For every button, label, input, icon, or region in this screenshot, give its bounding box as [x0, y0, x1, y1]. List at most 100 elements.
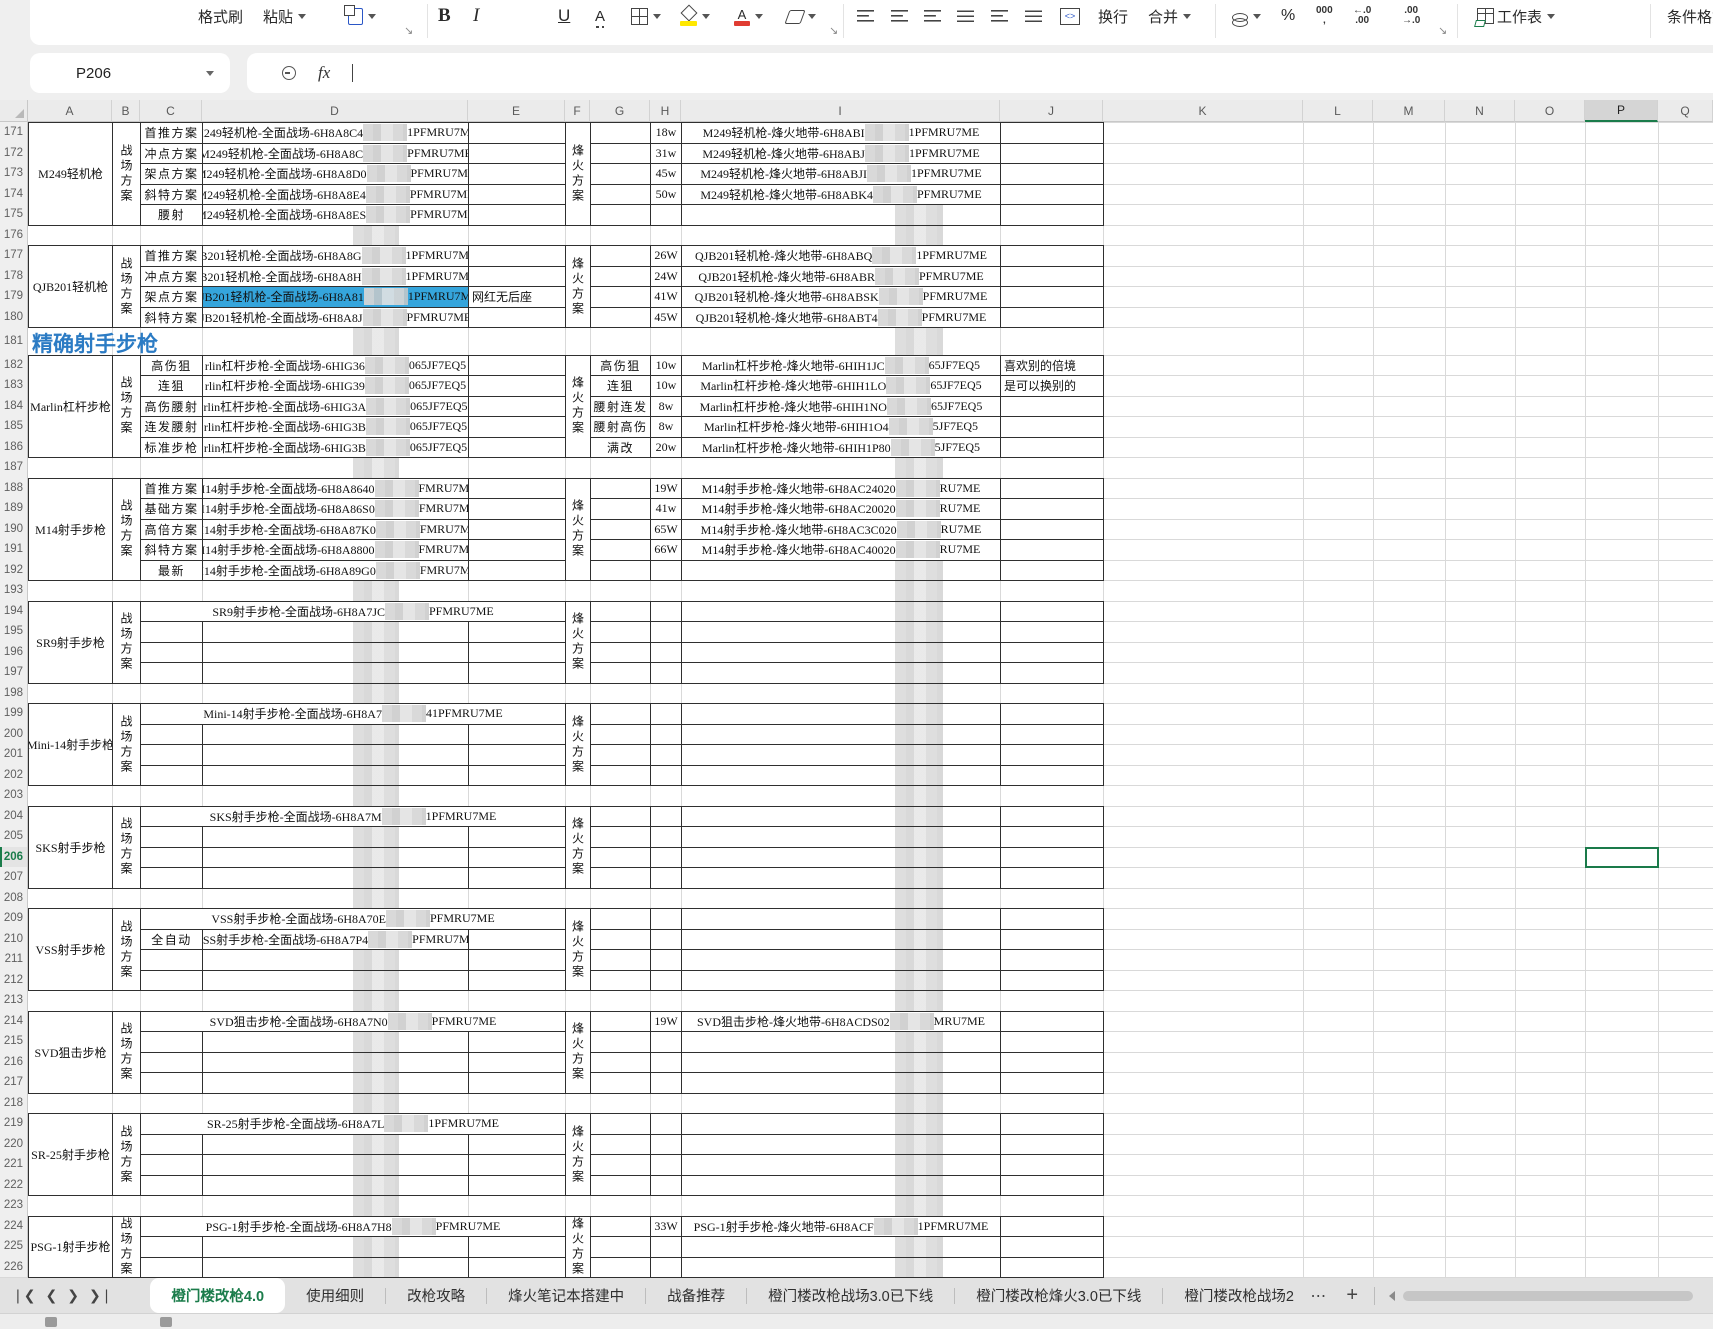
fire-code-cell[interactable]: Marlin杠杆步枪-烽火地带-6HIH1JC 65JF7EQ5: [681, 354, 1001, 376]
sheet-grid[interactable]: A B C D E F G H I J K L M N O P Q 171 172 173 174 175 176 177 17…: [0, 100, 1713, 1278]
column-header-J[interactable]: J: [1000, 100, 1103, 122]
decrease-decimal-button[interactable]: .00 →.0: [1402, 0, 1420, 32]
price-cell[interactable]: [650, 744, 682, 766]
scheme-code-cell[interactable]: [202, 826, 469, 848]
row-header-201[interactable]: 201: [0, 744, 28, 766]
scheme-type-cell[interactable]: 架点方案: [140, 286, 203, 308]
fire-type-cell[interactable]: [590, 928, 651, 950]
scheme-type-cell[interactable]: 高伤腰射: [140, 395, 203, 417]
price-cell[interactable]: [650, 1133, 682, 1155]
price-cell[interactable]: [650, 826, 682, 848]
column-header-I[interactable]: I: [681, 100, 1000, 122]
remark-cell[interactable]: [1000, 928, 1104, 950]
row-header-194[interactable]: 194: [0, 600, 28, 622]
chevron-down-icon[interactable]: [206, 70, 214, 76]
remark-cell[interactable]: [1000, 846, 1104, 868]
battle-plan-label[interactable]: 战场方案: [112, 354, 141, 458]
scheme-code-cell[interactable]: [202, 1072, 469, 1094]
price-cell[interactable]: [650, 662, 682, 684]
scheme-type-cell[interactable]: 斜特方案: [140, 306, 203, 328]
row-header-174[interactable]: 174: [0, 183, 28, 205]
row-header-220[interactable]: 220: [0, 1133, 28, 1155]
fire-type-cell[interactable]: [590, 498, 651, 520]
scheme-code-cell[interactable]: [202, 621, 469, 643]
scheme-code-cell[interactable]: [202, 641, 469, 663]
fire-code-cell[interactable]: [681, 1236, 1001, 1258]
column-header-B[interactable]: B: [112, 100, 140, 122]
fire-plan-label[interactable]: 烽火方案: [565, 805, 591, 889]
remark-cell[interactable]: [1000, 122, 1104, 144]
text-direction-button[interactable]: <>: [1060, 0, 1080, 32]
price-cell[interactable]: 65W: [650, 518, 682, 540]
formula-bar[interactable]: fx: [247, 53, 1713, 93]
fire-code-cell[interactable]: QJB201轻机枪-烽火地带-6H8ABSK PFMRU7ME: [681, 286, 1001, 308]
note-cell[interactable]: [468, 375, 566, 397]
scheme-type-cell[interactable]: 首推方案: [140, 245, 203, 267]
row-header-202[interactable]: 202: [0, 764, 28, 786]
row-header-197[interactable]: 197: [0, 662, 28, 684]
price-cell[interactable]: [650, 1051, 682, 1073]
row-header-182[interactable]: 182: [0, 354, 28, 376]
fire-code-cell[interactable]: [681, 928, 1001, 950]
note-cell[interactable]: [468, 826, 566, 848]
scheme-type-cell[interactable]: 腰射: [140, 204, 203, 226]
column-header-G[interactable]: G: [590, 100, 650, 122]
scheme-type-cell[interactable]: [140, 1072, 203, 1094]
note-cell[interactable]: [468, 245, 566, 267]
scheme-type-cell[interactable]: 冲点方案: [140, 265, 203, 287]
remark-cell[interactable]: [1000, 395, 1104, 417]
fire-type-cell[interactable]: [590, 764, 651, 786]
note-cell[interactable]: [468, 662, 566, 684]
scheme-code-cell[interactable]: [202, 1154, 469, 1176]
horizontal-scrollbar-thumb[interactable]: [1403, 1290, 1694, 1301]
next-sheet-button[interactable]: ❯: [67, 1287, 79, 1304]
fire-code-cell[interactable]: [681, 805, 1001, 827]
sheet-tab[interactable]: 战备推荐: [646, 1278, 746, 1313]
price-cell[interactable]: [650, 723, 682, 745]
fire-code-cell[interactable]: [681, 846, 1001, 868]
price-cell[interactable]: [650, 600, 682, 622]
remark-cell[interactable]: [1000, 286, 1104, 308]
fire-code-cell[interactable]: M14射手步枪-烽火地带-6H8AC3C020 RU7ME: [681, 518, 1001, 540]
worksheet-button[interactable]: 工作表: [1477, 0, 1556, 32]
remark-cell[interactable]: [1000, 744, 1104, 766]
gun-name-cell[interactable]: SR-25射手步枪: [28, 1113, 113, 1196]
fire-code-cell[interactable]: [681, 1072, 1001, 1094]
note-cell[interactable]: [468, 764, 566, 786]
row-header-211[interactable]: 211: [0, 949, 28, 971]
scheme-code-cell[interactable]: M14射手步枪-全面战场-6H8A87K0 FMRU7ME: [202, 518, 469, 540]
row-header-191[interactable]: 191: [0, 539, 28, 561]
conditional-format-button[interactable]: 条件格式: [1667, 0, 1713, 32]
row-header-221[interactable]: 221: [0, 1154, 28, 1176]
remark-cell[interactable]: [1000, 436, 1104, 458]
scheme-code-cell[interactable]: M14射手步枪-全面战场-6H8A86S0 FMRU7ME: [202, 498, 469, 520]
fire-code-cell[interactable]: [681, 600, 1001, 622]
fire-code-cell[interactable]: QJB201轻机枪-烽火地带-6H8ABQ 1PFMRU7ME: [681, 245, 1001, 267]
fire-code-cell[interactable]: SVD狙击步枪-烽火地带-6H8ACDS02 MRU7ME: [681, 1010, 1001, 1032]
fire-plan-label[interactable]: 烽火方案: [565, 600, 591, 684]
fire-type-cell[interactable]: [590, 969, 651, 991]
remark-cell[interactable]: [1000, 518, 1104, 540]
fire-type-cell[interactable]: [590, 477, 651, 499]
battle-plan-label[interactable]: 战场方案: [112, 600, 141, 684]
gun-name-cell[interactable]: SR9射手步枪: [28, 600, 113, 684]
fire-type-cell[interactable]: [590, 286, 651, 308]
price-cell[interactable]: 33W: [650, 1215, 682, 1237]
price-cell[interactable]: 66W: [650, 539, 682, 561]
row-header-214[interactable]: 214: [0, 1010, 28, 1032]
scheme-code-cell[interactable]: JB201轻机枪-全面战场-6H8A8H 1PFMRU7ME: [202, 265, 469, 287]
fire-code-cell[interactable]: QJB201轻机枪-烽火地带-6H8ABT4 PFMRU7ME: [681, 306, 1001, 328]
fire-type-cell[interactable]: [590, 1236, 651, 1258]
fire-type-cell[interactable]: [590, 1174, 651, 1196]
search-icon[interactable]: [282, 66, 296, 80]
battle-plan-label[interactable]: 战场方案: [112, 1113, 141, 1196]
scheme-code-cell[interactable]: M249轻机枪-全面战场-6H8A8ES PFMRU7ME: [202, 204, 469, 226]
fire-type-cell[interactable]: [590, 306, 651, 328]
scheme-type-cell[interactable]: 斜特方案: [140, 183, 203, 205]
row-header-209[interactable]: 209: [0, 908, 28, 930]
scheme-code-cell[interactable]: [202, 846, 469, 868]
sheet-tab[interactable]: 橙门楼改枪战场2: [1163, 1278, 1300, 1313]
scheme-code-cell[interactable]: M14射手步枪-全面战场-6H8A89G0 FMRU7ME: [202, 559, 469, 581]
row-header-186[interactable]: 186: [0, 436, 28, 458]
scheme-type-cell[interactable]: [140, 969, 203, 991]
